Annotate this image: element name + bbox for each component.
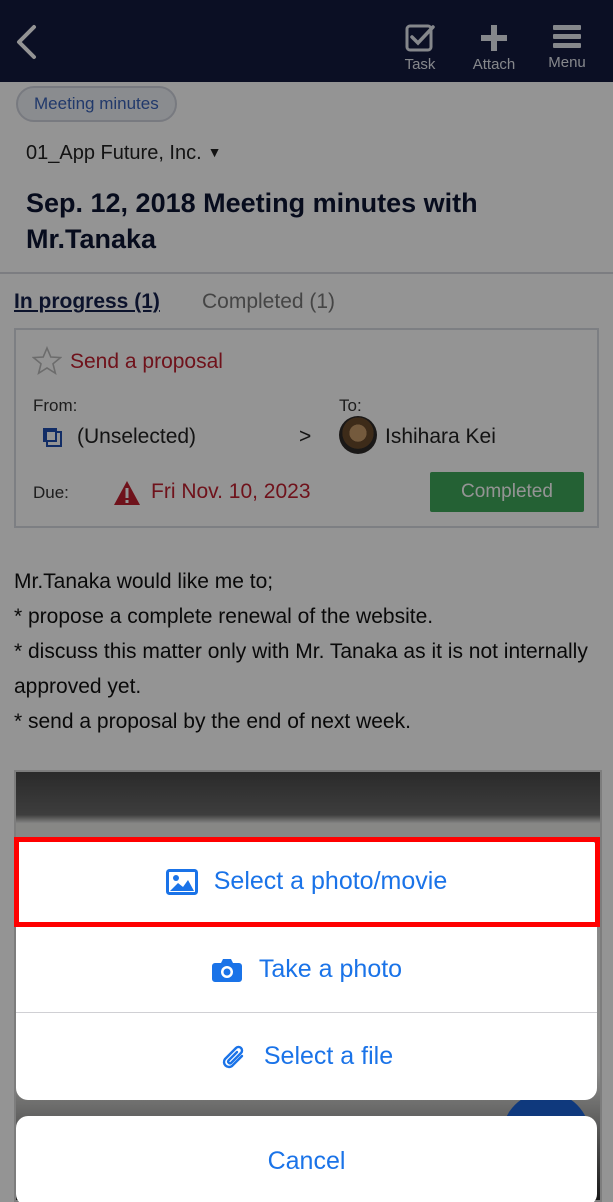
take-photo-label: Take a photo [258, 955, 403, 983]
image-icon [165, 868, 198, 895]
paperclip-icon [222, 1045, 244, 1068]
take-photo-button[interactable]: Take a photo [16, 926, 597, 1013]
cancel-button[interactable]: Cancel [16, 1116, 597, 1202]
select-file-label: Select a file [263, 1042, 394, 1070]
select-photo-movie-label: Select a photo/movie [213, 867, 448, 895]
attach-action-sheet: Select a photo/movie Take a photo Select… [16, 838, 597, 1100]
select-photo-movie-button[interactable]: Select a photo/movie [16, 838, 597, 925]
select-file-button[interactable]: Select a file [16, 1013, 597, 1100]
camera-icon [211, 958, 242, 982]
